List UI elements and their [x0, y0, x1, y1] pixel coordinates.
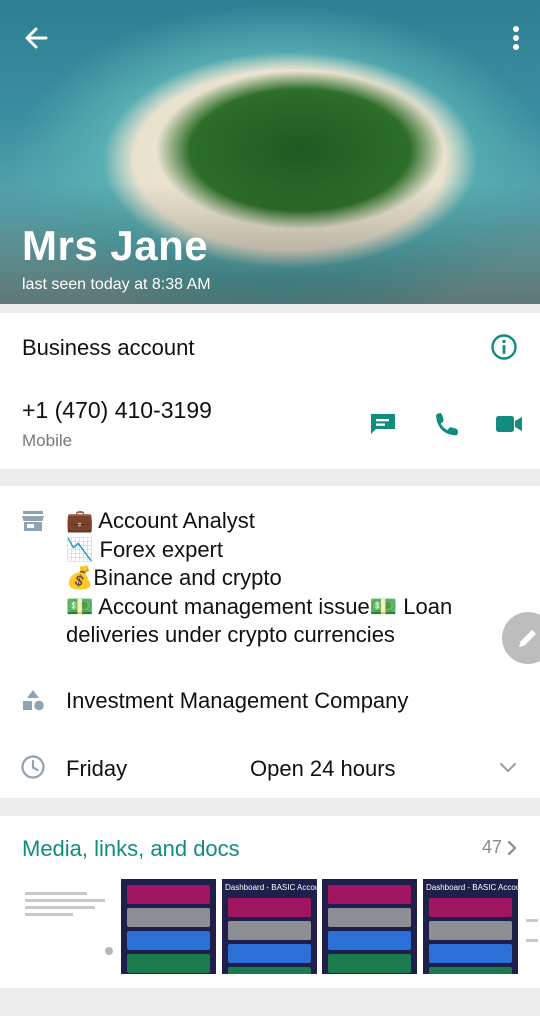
- media-thumbnail[interactable]: [322, 879, 417, 974]
- media-thumbnail[interactable]: [524, 879, 540, 974]
- media-thumbnail[interactable]: [121, 879, 216, 974]
- business-info-card: 💼 Account Analyst 📉 Forex expert 💰Binanc…: [0, 486, 540, 798]
- contact-info-screen: Mrs Jane last seen today at 8:38 AM Busi…: [0, 0, 540, 1016]
- business-hours-day[interactable]: Friday: [66, 756, 127, 782]
- last-seen-status: last seen today at 8:38 AM: [22, 276, 211, 293]
- media-count[interactable]: 47: [482, 837, 502, 858]
- info-icon[interactable]: [490, 333, 518, 361]
- message-icon[interactable]: [368, 411, 398, 437]
- description-line: 💵 Account management issue💵 Loan deliver…: [66, 593, 453, 648]
- phone-icon[interactable]: [432, 411, 462, 437]
- description-line: 💼 Account Analyst: [66, 508, 255, 533]
- arrow-left-icon[interactable]: [18, 20, 54, 56]
- business-category: Investment Management Company: [66, 688, 409, 713]
- media-thumbnail[interactable]: [22, 879, 117, 974]
- phone-type-label: Mobile: [22, 431, 73, 450]
- phone-number[interactable]: +1 (470) 410-3199: [22, 397, 212, 424]
- description-line: 💰Binance and crypto: [66, 565, 282, 590]
- media-thumbnail[interactable]: Dashboard - BASIC Account: [222, 879, 317, 974]
- video-call-icon[interactable]: [494, 411, 524, 437]
- chevron-right-icon[interactable]: [506, 839, 518, 857]
- category-icon: [23, 690, 44, 711]
- business-hours-value[interactable]: Open 24 hours: [250, 756, 396, 782]
- pencil-icon: [519, 630, 536, 647]
- store-icon: [22, 511, 44, 531]
- edit-button[interactable]: [502, 612, 540, 664]
- dashboard-title: Dashboard - BASIC Account: [225, 883, 317, 892]
- chevron-down-icon[interactable]: [498, 757, 518, 777]
- business-account-label: Business account: [22, 335, 195, 360]
- media-links-docs-link[interactable]: Media, links, and docs: [22, 836, 240, 862]
- contact-details-card: Business account +1 (470) 410-3199 Mobil…: [0, 313, 540, 469]
- more-vertical-icon[interactable]: [506, 20, 526, 56]
- dashboard-title: Dashboard - BASIC Account: [426, 883, 518, 892]
- description-line: 📉 Forex expert: [66, 536, 223, 562]
- contact-name: Mrs Jane: [22, 222, 209, 269]
- media-section: Media, links, and docs 47 Dashboard - BA…: [0, 816, 540, 988]
- business-description: 💼 Account Analyst 📉 Forex expert 💰Binanc…: [66, 507, 506, 650]
- media-thumbnail[interactable]: Dashboard - BASIC Account: [423, 879, 518, 974]
- profile-photo[interactable]: Mrs Jane last seen today at 8:38 AM: [0, 0, 540, 304]
- clock-icon: [21, 755, 45, 779]
